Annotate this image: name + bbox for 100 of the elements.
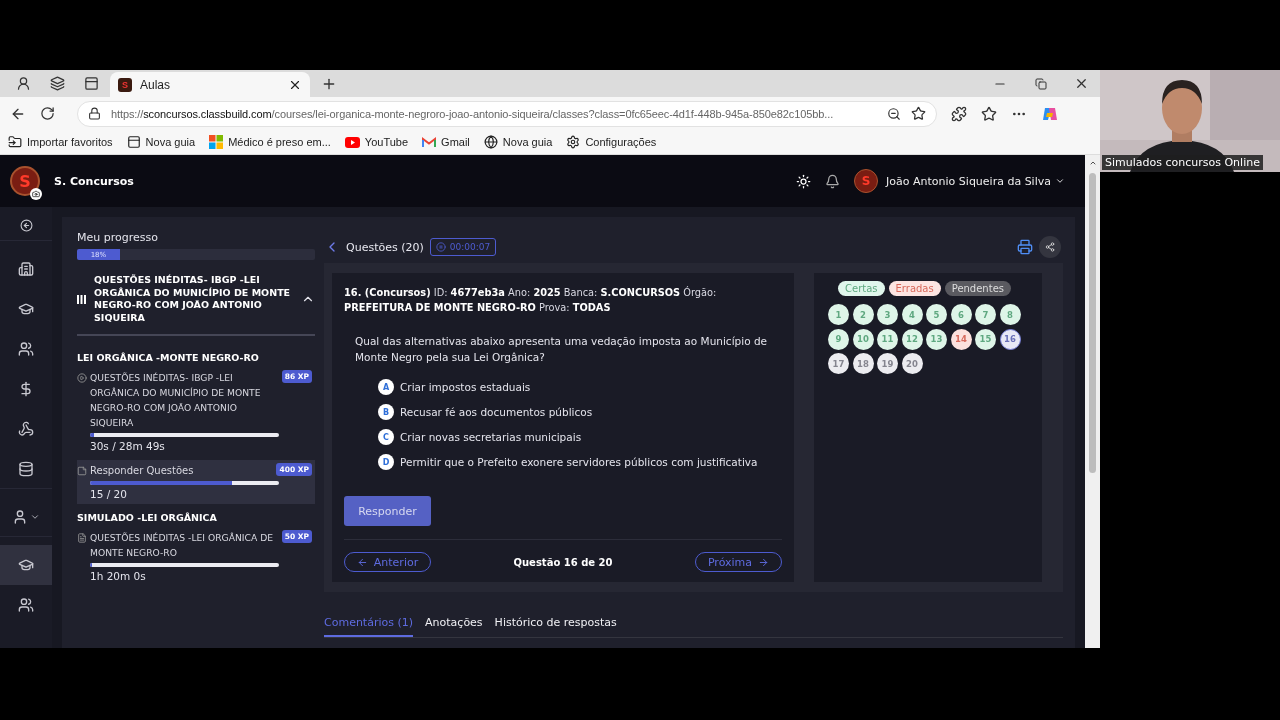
question-number[interactable]: 16 — [999, 328, 1021, 350]
share-icon — [1045, 242, 1055, 252]
question-number[interactable]: 13 — [926, 328, 947, 350]
webhook-icon — [18, 421, 34, 437]
timer[interactable]: 00:00:07 — [429, 238, 497, 256]
question-number[interactable]: 6 — [950, 304, 972, 325]
bookmark[interactable]: Gmail — [422, 136, 470, 148]
question-number[interactable]: 18 — [852, 353, 874, 374]
option-letter[interactable]: C — [378, 429, 394, 445]
restore-icon[interactable] — [1034, 77, 1047, 90]
arrow-right-icon — [758, 556, 770, 568]
users-icon — [18, 341, 34, 357]
play-icon — [77, 373, 87, 383]
submit-button[interactable]: Responder — [344, 496, 431, 526]
camera-icon[interactable] — [32, 190, 40, 198]
question-number[interactable]: 11 — [877, 328, 898, 350]
nav-item[interactable] — [0, 545, 52, 585]
lesson-title: QUESTÕES INÉDITAS -LEI ORGÂNICA DE MONTE NEGRO-RO — [90, 531, 275, 560]
globe-icon — [483, 135, 498, 149]
option-letter[interactable]: A — [378, 379, 394, 395]
lesson-title: QUESTÕES INÉDITAS- IBGP -LEI ORGÂNICA DO MUNICÍPIO DE MONTE NEGRO-RO COM JOÃO ANTONIO SIQUEIRA — [90, 371, 262, 430]
brand-name: S. Concursos — [54, 174, 134, 188]
bookmark[interactable]: Configurações — [566, 135, 657, 149]
tab-actions-icon[interactable] — [83, 76, 99, 91]
database-icon — [18, 460, 34, 477]
graduation-cap-icon — [18, 557, 34, 573]
tab[interactable]: Histórico de respostas — [494, 616, 617, 637]
arrow-left-icon — [356, 556, 368, 568]
section-title: SIMULADO -LEI ORGÂNICA — [77, 512, 218, 523]
graduation-cap-icon — [18, 301, 34, 317]
question-number[interactable]: 14 — [950, 328, 972, 350]
avatar[interactable]: S — [854, 169, 879, 193]
lock-icon — [88, 107, 101, 120]
question-number[interactable]: 4 — [901, 304, 923, 325]
back-icon — [19, 219, 33, 232]
star-icon[interactable] — [911, 106, 926, 121]
lesson-progress-text: 15 / 20 — [90, 488, 128, 500]
caret-icon[interactable] — [1055, 176, 1065, 186]
question-number[interactable]: 17 — [828, 353, 849, 374]
option-text[interactable]: Criar novas secretarias municipais — [400, 431, 582, 443]
building-icon — [18, 261, 34, 277]
course-header[interactable]: QUESTÕES INÉDITAS- IBGP -LEI ORGÂNICA DO MUNICÍPIO DE MONTE NEGRO-RO COM JOÃO ANTONIO SIQUEIRA — [77, 260, 315, 336]
tab[interactable]: Anotações — [425, 616, 483, 637]
refresh-icon[interactable] — [40, 106, 55, 121]
question-number[interactable]: 20 — [901, 353, 923, 374]
profile-icon[interactable] — [15, 76, 31, 91]
dollar-icon — [18, 381, 34, 397]
question-number[interactable]: 12 — [901, 328, 923, 350]
question-number[interactable]: 1 — [828, 304, 849, 325]
question-meta: 16. (Concursos) ID: 4677eb3a Ano: 2025 Banca: S.CONCURSOS Órgão: PREFEITURA DE MONTE NEGRO-RO Prova: TODAS — [344, 285, 718, 315]
option-text[interactable]: Permitir que o Prefeito exonere servidores públicos com justificativa — [400, 456, 758, 468]
close-icon[interactable] — [1074, 76, 1089, 91]
bookmark[interactable]: Importar favoritos — [8, 135, 113, 149]
workspaces-icon[interactable] — [49, 76, 65, 91]
question-number[interactable]: 7 — [975, 304, 996, 325]
share-button[interactable] — [1039, 236, 1061, 258]
note-icon — [77, 466, 87, 476]
print-icon[interactable] — [1017, 239, 1033, 255]
question-number[interactable]: 9 — [828, 328, 849, 350]
mail-icon — [422, 136, 437, 148]
browser-tab[interactable]: S Aulas — [110, 72, 310, 97]
question-number[interactable]: 5 — [926, 304, 947, 325]
tab-icon — [126, 135, 141, 149]
lesson-progress-text: 30s / 28m 49s — [90, 440, 166, 452]
option-text[interactable]: Criar impostos estaduais — [400, 381, 531, 393]
lesson-title: Responder Questões — [90, 464, 195, 478]
notification-icon[interactable] — [825, 173, 841, 189]
play-icon — [344, 136, 360, 148]
user-name[interactable]: João Antonio Siqueira da Silva — [886, 174, 1051, 188]
scrollbar[interactable] — [1085, 155, 1100, 648]
scroll-up-icon[interactable] — [1088, 159, 1097, 167]
address-bar[interactable]: https://sconcursos.classbuild.com/courses/lei-organica-monte-negroro-joao-antonio-siqueira/classes?class=0fc65eec-4d1f-448b-945a-850e82c105bb... — [77, 100, 937, 127]
webcam-caption: Simulados concursos Online — [1102, 155, 1263, 170]
question-number[interactable]: 15 — [975, 328, 996, 350]
option-text[interactable]: Recusar fé aos documentos públicos — [400, 406, 593, 418]
legend-tag: Certas — [838, 281, 885, 296]
windows-icon — [209, 135, 224, 149]
questions-title: Questões (20) — [346, 240, 424, 254]
legend-tag: Erradas — [888, 281, 941, 296]
favorites-icon[interactable] — [981, 105, 997, 122]
bookmark[interactable]: Médico é preso em... — [209, 135, 331, 149]
option-letter[interactable]: D — [378, 454, 394, 470]
bookmark[interactable]: Nova guia — [483, 135, 553, 149]
question-number[interactable]: 3 — [877, 304, 898, 325]
bookmark[interactable]: YouTube — [344, 136, 409, 148]
lesson-progress-text: 1h 20m 0s — [90, 570, 147, 582]
progress-label: Meu progresso — [77, 231, 159, 244]
question-number[interactable]: 8 — [999, 304, 1021, 325]
question-number[interactable]: 19 — [877, 353, 898, 374]
option-letter[interactable]: B — [378, 404, 394, 420]
question-number[interactable]: 10 — [852, 328, 874, 350]
extensions-icon[interactable] — [951, 105, 967, 122]
question-number[interactable]: 2 — [852, 304, 874, 325]
site-logo-icon: S — [118, 77, 132, 92]
tab[interactable]: Comentários (1) — [324, 616, 414, 637]
theme-icon[interactable] — [796, 173, 812, 189]
tab-title: Aulas — [140, 77, 172, 92]
team-icon — [18, 597, 34, 613]
bookmark[interactable]: Nova guia — [126, 135, 196, 149]
zoom-icon[interactable] — [887, 106, 901, 121]
